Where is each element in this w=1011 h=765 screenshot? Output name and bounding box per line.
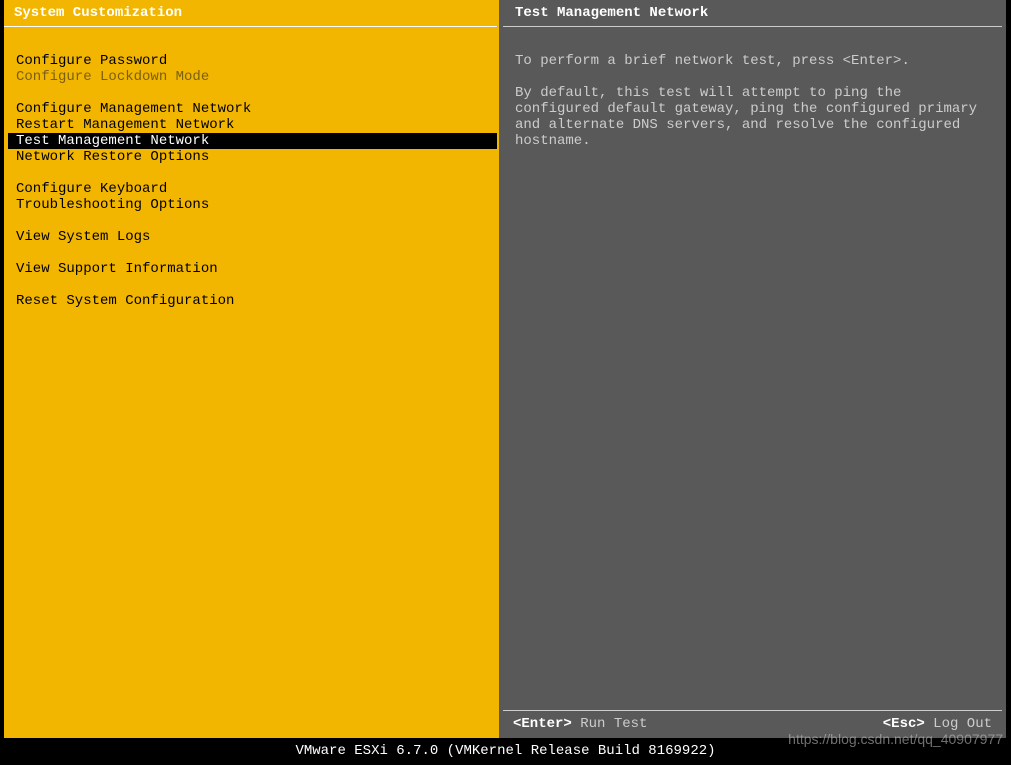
status-bar: VMware ESXi 6.7.0 (VMKernel Release Buil…: [0, 739, 1011, 765]
menu-group: Configure Management NetworkRestart Mana…: [14, 101, 487, 165]
menu-group: View Support Information: [14, 261, 487, 277]
left-panel: System Customization Configure PasswordC…: [4, 0, 499, 738]
menu-list[interactable]: Configure PasswordConfigure Lockdown Mod…: [4, 27, 497, 738]
hint-enter-key: <Enter>: [513, 716, 572, 732]
right-panel-body: To perform a brief network test, press <…: [499, 27, 1006, 710]
hint-enter[interactable]: <Enter> Run Test: [513, 716, 647, 732]
help-paragraph-1: To perform a brief network test, press <…: [515, 53, 992, 69]
menu-item-test-management-network[interactable]: Test Management Network: [8, 133, 497, 149]
menu-item-troubleshooting-options[interactable]: Troubleshooting Options: [14, 197, 487, 213]
right-panel-title: Test Management Network: [503, 0, 1002, 27]
menu-group: View System Logs: [14, 229, 487, 245]
menu-item-configure-keyboard[interactable]: Configure Keyboard: [14, 181, 487, 197]
menu-item-configure-password[interactable]: Configure Password: [14, 53, 487, 69]
menu-item-reset-system-configuration[interactable]: Reset System Configuration: [14, 293, 487, 309]
hint-esc-label: Log Out: [925, 716, 992, 732]
menu-item-view-system-logs[interactable]: View System Logs: [14, 229, 487, 245]
right-panel: Test Management Network To perform a bri…: [499, 0, 1006, 738]
hint-esc[interactable]: <Esc> Log Out: [883, 716, 992, 732]
left-panel-title: System Customization: [4, 0, 497, 27]
menu-group: Reset System Configuration: [14, 293, 487, 309]
menu-item-restart-management-network[interactable]: Restart Management Network: [14, 117, 487, 133]
hint-enter-label: Run Test: [572, 716, 648, 732]
menu-item-configure-lockdown-mode: Configure Lockdown Mode: [14, 69, 487, 85]
menu-item-network-restore-options[interactable]: Network Restore Options: [14, 149, 487, 165]
menu-group: Configure PasswordConfigure Lockdown Mod…: [14, 53, 487, 85]
dcui-screen: System Customization Configure PasswordC…: [4, 0, 1006, 738]
hint-esc-key: <Esc>: [883, 716, 925, 732]
menu-item-configure-management-network[interactable]: Configure Management Network: [14, 101, 487, 117]
menu-item-view-support-information[interactable]: View Support Information: [14, 261, 487, 277]
help-paragraph-2: By default, this test will attempt to pi…: [515, 85, 992, 149]
footer-hints: <Enter> Run Test <Esc> Log Out: [503, 710, 1002, 738]
menu-group: Configure KeyboardTroubleshooting Option…: [14, 181, 487, 213]
